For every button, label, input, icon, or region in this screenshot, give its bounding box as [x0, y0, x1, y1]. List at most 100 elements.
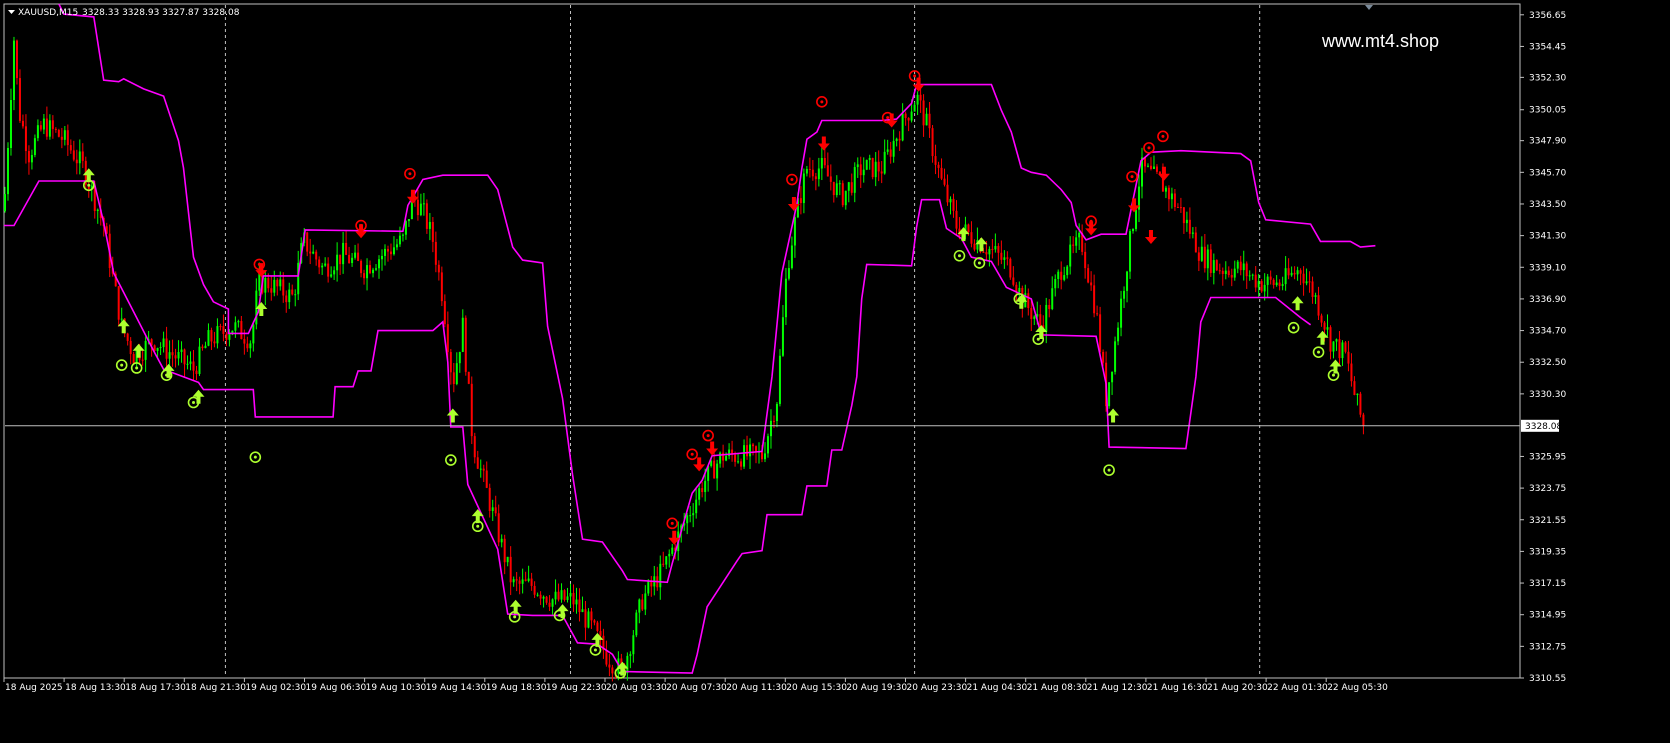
candle-body — [635, 612, 638, 636]
candle-body — [1012, 277, 1015, 285]
sell-circle-dot — [670, 521, 674, 525]
candle-body — [763, 453, 766, 460]
candle-body — [491, 507, 494, 512]
x-tick-label: 18 Aug 13:30 — [65, 683, 126, 693]
candle-body — [596, 622, 599, 632]
candle-body — [168, 352, 171, 359]
candle-body — [1338, 339, 1341, 359]
candle-body — [539, 594, 542, 599]
buy-circle-dot — [253, 455, 257, 459]
candle-body — [15, 40, 18, 79]
candle-body — [859, 164, 862, 176]
candle-body — [401, 234, 404, 236]
candle-body — [943, 178, 946, 185]
candle-body — [1045, 304, 1048, 332]
candle-body — [306, 232, 309, 252]
x-tick-label: 20 Aug 15:30 — [786, 683, 847, 693]
candle-body — [841, 183, 844, 206]
candle-body — [1114, 341, 1117, 372]
candle-body — [934, 156, 937, 165]
candle-body — [357, 252, 360, 261]
candle-body — [1263, 284, 1266, 292]
candle-body — [126, 333, 129, 341]
candle-body — [743, 445, 746, 467]
x-tick-label: 19 Aug 02:30 — [245, 683, 306, 693]
candle-body — [342, 242, 345, 265]
candle-body — [853, 167, 856, 193]
candle-body — [668, 553, 671, 557]
candle-body — [952, 198, 955, 211]
candle-body — [198, 346, 201, 374]
candle-body — [734, 454, 737, 462]
candle-body — [1102, 351, 1105, 363]
candle-body — [39, 125, 42, 130]
candle-body — [1332, 341, 1335, 352]
candle-body — [321, 265, 324, 268]
candle-body — [225, 333, 228, 340]
candle-body — [560, 590, 563, 600]
candle-body — [120, 318, 123, 320]
candle-body — [1209, 249, 1212, 273]
sell-circle-dot — [1130, 175, 1134, 179]
candle-body — [569, 592, 572, 597]
candle-body — [464, 317, 467, 372]
candle-body — [440, 272, 443, 302]
candle-body — [1302, 273, 1305, 284]
candle-body — [949, 198, 952, 203]
candle-body — [488, 487, 491, 512]
candle-body — [446, 324, 449, 353]
candle-body — [494, 507, 497, 514]
candle-body — [1111, 371, 1114, 383]
candle-body — [769, 420, 772, 437]
candle-body — [1236, 261, 1239, 269]
candle-body — [530, 578, 533, 586]
candle-body — [476, 457, 479, 469]
candle-body — [874, 161, 877, 178]
buy-circle-dot — [120, 363, 124, 367]
candle-body — [228, 334, 231, 340]
x-tick-label: 21 Aug 16:30 — [1147, 683, 1208, 693]
y-tick-label: 3341.30 — [1529, 232, 1566, 242]
candle-body — [3, 194, 6, 212]
candle-body — [1317, 295, 1320, 316]
candle-body — [9, 100, 12, 149]
candle-body — [273, 279, 276, 293]
x-tick-label: 21 Aug 04:30 — [967, 683, 1028, 693]
candle-body — [1066, 266, 1069, 276]
y-tick-label: 3336.90 — [1529, 295, 1566, 305]
candle-body — [916, 94, 919, 105]
candle-body — [6, 148, 9, 195]
candle-body — [1123, 290, 1126, 299]
candle-body — [793, 217, 796, 246]
candle-body — [659, 563, 662, 588]
chart-canvas[interactable]: 3356.65 3354.45 3352.30 3350.05 3347.90 3345.… — [0, 0, 1670, 743]
candle-body — [1152, 166, 1155, 170]
candle-body — [820, 157, 823, 169]
x-tick-label: 22 Aug 01:30 — [1267, 683, 1328, 693]
candle-body — [871, 157, 874, 178]
candle-body — [1039, 314, 1042, 326]
buy-circle-dot — [135, 366, 139, 370]
x-tick-label: 22 Aug 05:30 — [1327, 683, 1388, 693]
candle-body — [805, 168, 808, 174]
candle-body — [1167, 187, 1170, 200]
candle-body — [752, 444, 755, 447]
candle-body — [994, 246, 997, 250]
candle-body — [156, 348, 159, 351]
candle-body — [901, 113, 904, 141]
candle-body — [605, 650, 608, 665]
candle-body — [862, 169, 865, 176]
candle-body — [207, 330, 210, 346]
candle-body — [1305, 281, 1308, 284]
buy-circle-dot — [977, 261, 981, 265]
candle-body — [285, 295, 288, 303]
candle-body — [171, 352, 174, 356]
candle-body — [931, 128, 934, 157]
candle-body — [159, 347, 162, 349]
candle-body — [54, 128, 57, 130]
candle-body — [348, 254, 351, 264]
candle-body — [575, 599, 578, 605]
x-tick-label: 21 Aug 12:30 — [1087, 683, 1148, 693]
candle-body — [1075, 237, 1078, 246]
candle-body — [330, 274, 333, 277]
